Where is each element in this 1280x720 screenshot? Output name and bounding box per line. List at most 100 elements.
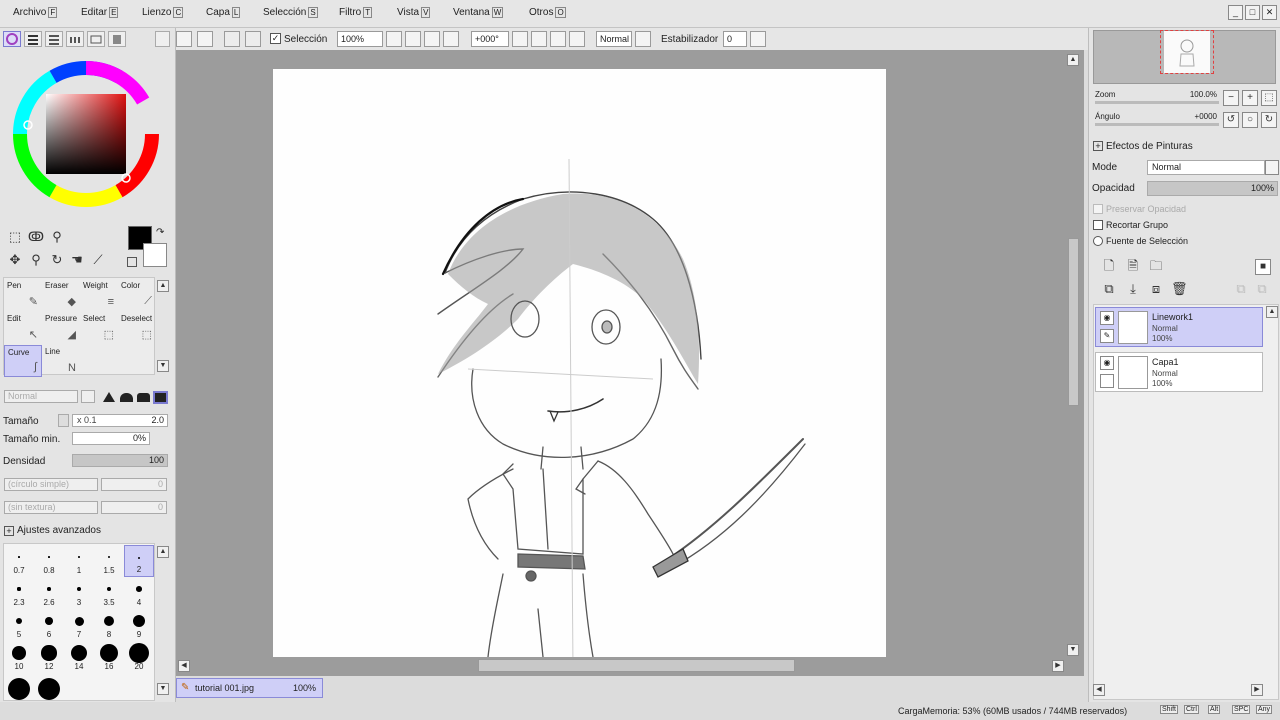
- nav-rotate-left-button[interactable]: ↺: [1223, 112, 1239, 128]
- minimize-button[interactable]: _: [1228, 5, 1243, 20]
- magic-wand-icon[interactable]: ⚲: [48, 228, 66, 246]
- eyedropper-icon[interactable]: ⟋: [89, 251, 107, 269]
- tool-curve[interactable]: Curve ∫: [4, 345, 42, 377]
- hscroll-left[interactable]: ◀: [178, 660, 190, 672]
- copy-layer-icon[interactable]: ⧉: [1101, 280, 1117, 298]
- layer-visibility-icon[interactable]: ◉: [1100, 356, 1114, 370]
- brush-size-cell[interactable]: 3.5: [94, 577, 124, 609]
- reset-colors-icon[interactable]: [127, 257, 137, 267]
- layer-visibility-icon[interactable]: ◉: [1100, 311, 1114, 325]
- brush-size-cell[interactable]: 0.7: [4, 545, 34, 577]
- brush-size-cell[interactable]: 2.3: [4, 577, 34, 609]
- brush-size-cell[interactable]: [4, 673, 34, 705]
- scratchpad-tab[interactable]: [108, 31, 126, 47]
- new-linework-layer-icon[interactable]: 🗎: [1125, 257, 1141, 275]
- menu-otros[interactable]: Otros O: [529, 7, 566, 18]
- tool-select[interactable]: Select ⬚: [80, 312, 118, 344]
- horizontal-scroll-thumb[interactable]: [478, 659, 795, 672]
- tool-weight[interactable]: Weight ≡: [80, 279, 118, 311]
- document-tab[interactable]: ✎ tutorial 001.jpg 100%: [176, 678, 323, 698]
- vscroll-down[interactable]: ▼: [1067, 644, 1079, 656]
- hscroll-right[interactable]: ▶: [1052, 660, 1064, 672]
- layer-edit-icon[interactable]: ✎: [1100, 329, 1114, 343]
- selection-checkbox[interactable]: ✓: [270, 33, 281, 44]
- menu-lienzo[interactable]: Lienzo C: [142, 7, 184, 18]
- new-folder-icon[interactable]: 🗀: [1148, 257, 1164, 275]
- rotation-field[interactable]: +000°: [471, 31, 509, 47]
- stabilizer-dropdown[interactable]: [750, 31, 766, 47]
- brush-size-cell[interactable]: 8: [94, 609, 124, 641]
- brush-size-cell[interactable]: 1.5: [94, 545, 124, 577]
- close-button[interactable]: ✕: [1262, 5, 1277, 20]
- vertical-scroll-thumb[interactable]: [1068, 238, 1079, 406]
- tip-square-icon[interactable]: [137, 393, 150, 402]
- swatches-tab[interactable]: [87, 31, 105, 47]
- layer-scroll-up[interactable]: ▲: [1266, 306, 1278, 318]
- minsize-slider[interactable]: 0%: [72, 432, 150, 445]
- nav-rotate-reset-button[interactable]: ○: [1242, 112, 1258, 128]
- navigator-preview[interactable]: [1093, 30, 1276, 84]
- secondary-color-swatch[interactable]: [143, 243, 167, 267]
- brush-size-cell[interactable]: 2.6: [34, 577, 64, 609]
- blend-field[interactable]: Normal: [596, 31, 632, 47]
- zoom-in-button[interactable]: [405, 31, 421, 47]
- tool-deselect[interactable]: Deselect ⬚: [118, 312, 156, 344]
- texture-strength[interactable]: 0: [101, 501, 167, 514]
- zoom-out-button[interactable]: [424, 31, 440, 47]
- layer-hscroll-right[interactable]: ▶: [1251, 684, 1263, 696]
- texture-select[interactable]: (sin textura): [4, 501, 98, 514]
- menu-capa[interactable]: Capa L: [206, 7, 241, 18]
- effects-expand-icon[interactable]: +: [1093, 141, 1103, 151]
- menu-seleccion[interactable]: Selección S: [263, 7, 318, 18]
- tip-hard-icon[interactable]: [153, 391, 168, 404]
- new-layer-icon[interactable]: 🗋: [1101, 257, 1117, 275]
- brush-size-cell[interactable]: [34, 673, 64, 705]
- angle-slider[interactable]: [1095, 123, 1219, 126]
- shape-strength[interactable]: 0: [101, 478, 167, 491]
- brush-size-cell[interactable]: 10: [4, 641, 34, 673]
- tool-pressure[interactable]: Pressure ◢: [42, 312, 80, 344]
- blend-dropdown[interactable]: [635, 31, 651, 47]
- zoom-field[interactable]: 100%: [337, 31, 383, 47]
- delete-layer-icon[interactable]: 🗑: [1171, 280, 1188, 298]
- blend-dropdown-button[interactable]: [81, 390, 95, 403]
- zoom-slider[interactable]: [1095, 101, 1219, 104]
- brush-size-cell[interactable]: 14: [64, 641, 94, 673]
- preserve-opacity-checkbox[interactable]: [1093, 204, 1103, 214]
- layer-mode-dropdown[interactable]: [1265, 160, 1279, 175]
- effects-label[interactable]: Efectos de Pinturas: [1106, 141, 1193, 152]
- menu-editar[interactable]: Editar E: [81, 7, 119, 18]
- brush-size-cell[interactable]: 7: [64, 609, 94, 641]
- rotate-left-button[interactable]: [512, 31, 528, 47]
- canvas-area[interactable]: ▲ ▼ ◀ ▶: [176, 50, 1084, 676]
- brush-scroll-down[interactable]: ▼: [157, 683, 169, 695]
- size-slider[interactable]: x 0.1 2.0: [72, 414, 168, 427]
- layer-edit-icon[interactable]: [1100, 374, 1114, 388]
- brush-size-cell[interactable]: 4: [124, 577, 154, 609]
- brush-size-cell[interactable]: 5: [4, 609, 34, 641]
- merge-down-icon[interactable]: ⤓: [1125, 280, 1141, 298]
- undo-button[interactable]: [176, 31, 192, 47]
- tool-pen[interactable]: Pen ✎: [4, 279, 42, 311]
- brush-size-cell[interactable]: 1: [64, 545, 94, 577]
- rgb-slider-tab[interactable]: [24, 31, 42, 47]
- menu-vista[interactable]: Vista V: [397, 7, 431, 18]
- nav-fit-button[interactable]: ⬚: [1261, 90, 1277, 106]
- layer-capa1[interactable]: ◉ Capa1 Normal 100%: [1095, 352, 1263, 392]
- merge-visible-icon[interactable]: ⧈: [1148, 280, 1164, 298]
- tool-scroll-up[interactable]: ▲: [157, 280, 169, 292]
- hsv-slider-tab[interactable]: [45, 31, 63, 47]
- nav-zoom-in-button[interactable]: +: [1242, 90, 1258, 106]
- brush-scroll-up[interactable]: ▲: [157, 546, 169, 558]
- redo-button[interactable]: [197, 31, 213, 47]
- tool-color[interactable]: Color ⟋: [118, 279, 156, 311]
- size-mult-button[interactable]: [58, 414, 69, 427]
- zoom-reset-button[interactable]: [443, 31, 459, 47]
- brush-size-cell[interactable]: 0.8: [34, 545, 64, 577]
- layer-opacity-slider[interactable]: 100%: [1147, 181, 1278, 196]
- lasso-icon[interactable]: ↂ: [27, 228, 45, 246]
- deselect-button[interactable]: [224, 31, 240, 47]
- move-icon[interactable]: ✥: [6, 251, 24, 269]
- rotate-icon[interactable]: ↻: [48, 251, 66, 269]
- advanced-settings-label[interactable]: Ajustes avanzados: [17, 525, 101, 536]
